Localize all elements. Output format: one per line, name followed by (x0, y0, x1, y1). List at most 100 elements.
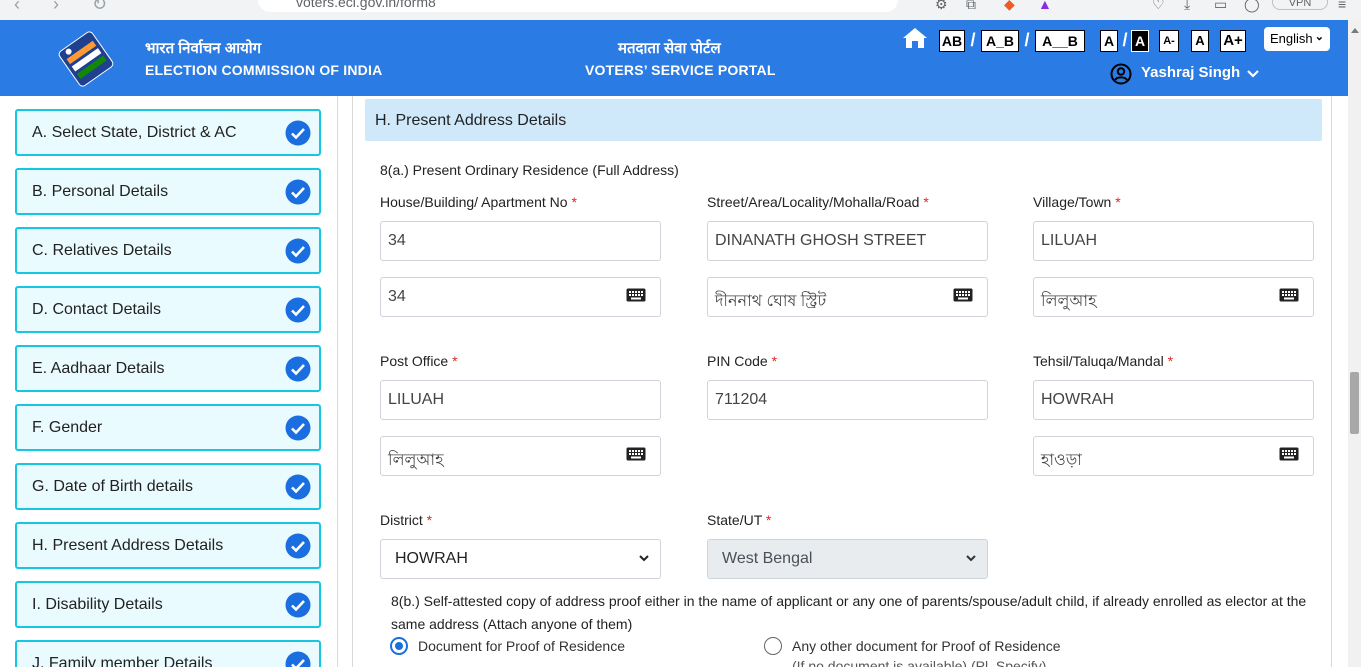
keyboard-icon[interactable] (1279, 447, 1299, 461)
check-circle-icon (285, 651, 311, 667)
brave-shield-icon[interactable]: ◆ (1004, 0, 1015, 13)
district-value: HOWRAH (395, 550, 468, 567)
tehsil-regional-value: হাওড়া (1041, 452, 1082, 469)
bookmarks-icon[interactable]: ♡ (1152, 0, 1165, 13)
download-icon[interactable]: ⤓ (1184, 0, 1190, 13)
contrast-normal-button[interactable]: A (1100, 30, 1118, 52)
house-regional-input[interactable]: 34 (380, 277, 661, 317)
step-label: I. Disability Details (32, 596, 163, 613)
rewards-icon[interactable]: ▲ (1038, 0, 1052, 12)
step-gender[interactable]: F. Gender (15, 404, 321, 451)
check-circle-icon (285, 120, 311, 146)
user-menu-chevron-icon[interactable] (1247, 69, 1259, 79)
text-spacing-normal-button[interactable]: AB (939, 30, 965, 52)
step-personal-details[interactable]: B. Personal Details (15, 168, 321, 215)
post-office-label: Post Office * (380, 353, 458, 369)
chevron-down-icon (966, 555, 976, 562)
address-bar-url[interactable]: voters.eci.gov.in/form8 (296, 0, 436, 10)
proof-of-residence-label[interactable]: Document for Proof of Residence (418, 638, 625, 654)
brand-hindi: भारत निर्वाचन आयोग (145, 40, 262, 57)
village-label: Village/Town * (1033, 194, 1121, 210)
other-proof-radio[interactable] (764, 637, 782, 655)
keyboard-icon[interactable] (953, 288, 973, 302)
district-select[interactable]: HOWRAH (380, 539, 661, 579)
section-title: H. Present Address Details (365, 99, 1322, 141)
step-label: D. Contact Details (32, 301, 161, 318)
vpn-button[interactable]: VPN (1272, 0, 1328, 10)
other-proof-label[interactable]: Any other document for Proof of Residenc… (792, 638, 1060, 654)
step-label: F. Gender (32, 419, 103, 436)
check-circle-icon (285, 592, 311, 618)
text-spacing-medium-button[interactable]: A_B (981, 30, 1019, 52)
language-value: English (1270, 31, 1313, 46)
post-office-regional-value: লিলুআহ (388, 452, 444, 469)
other-proof-sublabel: (If no document is available) (Pl. Speci… (792, 658, 1047, 667)
separator: / (1122, 30, 1128, 50)
step-contact-details[interactable]: D. Contact Details (15, 286, 321, 333)
step-disability-details[interactable]: I. Disability Details (15, 581, 321, 628)
post-office-regional-input[interactable]: লিলুআহ (380, 436, 661, 476)
village-regional-input[interactable]: লিলুআহ (1033, 277, 1314, 317)
state-label: State/UT * (707, 512, 772, 528)
check-circle-icon (285, 533, 311, 559)
share-icon[interactable]: ⧉ (966, 0, 976, 13)
chevron-down-icon (639, 555, 649, 562)
step-date-of-birth[interactable]: G. Date of Birth details (15, 463, 321, 510)
street-regional-value: দীননাথ ঘোষ স্ট্রিট (715, 293, 827, 310)
step-aadhaar-details[interactable]: E. Aadhaar Details (15, 345, 321, 392)
font-decrease-button[interactable]: A- (1159, 30, 1179, 52)
scroll-up-arrow-icon[interactable] (1351, 28, 1359, 33)
tehsil-regional-input[interactable]: হাওড়া (1033, 436, 1314, 476)
keyboard-icon[interactable] (1279, 288, 1299, 302)
house-input[interactable]: 34 (380, 221, 661, 261)
step-label: B. Personal Details (32, 183, 169, 200)
tehsil-label: Tehsil/Taluqa/Mandal * (1033, 353, 1174, 369)
user-name[interactable]: Yashraj Singh (1141, 64, 1240, 81)
step-select-state[interactable]: A. Select State, District & AC (15, 109, 321, 156)
menu-icon[interactable]: ≡ (1338, 0, 1346, 12)
step-present-address[interactable]: H. Present Address Details (15, 522, 321, 569)
scrollbar-thumb[interactable] (1350, 372, 1359, 434)
extension-icon[interactable]: ⚙ (935, 0, 948, 13)
step-relatives-details[interactable]: C. Relatives Details (15, 227, 321, 274)
pin-code-input[interactable]: 711204 (707, 380, 988, 420)
browser-chrome: ‹ › ↻ voters.eci.gov.in/form8 ⚙ ⧉ ◆ ▲ ♡ … (0, 0, 1361, 20)
district-label: District * (380, 512, 433, 528)
step-label: A. Select State, District & AC (32, 124, 237, 141)
text-spacing-large-button[interactable]: A__B (1035, 30, 1085, 52)
step-label: E. Aadhaar Details (32, 360, 165, 377)
street-label: Street/Area/Locality/Mohalla/Road * (707, 194, 929, 210)
window-icon[interactable]: ▭ (1214, 0, 1227, 13)
street-regional-input[interactable]: দীননাথ ঘোষ স্ট্রিট (707, 277, 988, 317)
language-select[interactable]: English ⌄ (1264, 27, 1330, 51)
eci-logo-icon (58, 31, 114, 87)
check-circle-icon (285, 356, 311, 382)
keyboard-icon[interactable] (626, 288, 646, 302)
village-input[interactable]: LILUAH (1033, 221, 1314, 261)
page-scrollbar[interactable] (1348, 20, 1361, 667)
check-circle-icon (285, 238, 311, 264)
proof-of-residence-radio[interactable] (390, 637, 408, 655)
keyboard-icon[interactable] (626, 447, 646, 461)
step-family-member-details[interactable]: J. Family member Details (15, 640, 321, 667)
step-label: G. Date of Birth details (32, 478, 193, 495)
profile-icon[interactable]: ◯ (1244, 0, 1260, 13)
separator: / (970, 30, 976, 50)
step-label: J. Family member Details (32, 655, 213, 667)
home-icon[interactable] (902, 26, 928, 50)
step-label: H. Present Address Details (32, 537, 224, 554)
portal-title-hindi: मतदाता सेवा पोर्टल (618, 40, 721, 57)
tehsil-input[interactable]: HOWRAH (1033, 380, 1314, 420)
pin-code-label: PIN Code * (707, 353, 778, 369)
state-select[interactable]: West Bengal (707, 539, 988, 579)
street-input[interactable]: DINANATH GHOSH STREET (707, 221, 988, 261)
step-label: C. Relatives Details (32, 242, 172, 259)
browser-nav-icons[interactable]: ‹ › ↻ (14, 0, 121, 15)
font-normal-button[interactable]: A (1191, 30, 1209, 52)
state-value: West Bengal (722, 550, 813, 567)
contrast-high-button[interactable]: A (1131, 30, 1149, 52)
user-avatar-icon[interactable] (1110, 63, 1132, 85)
post-office-input[interactable]: LILUAH (380, 380, 661, 420)
font-increase-button[interactable]: A+ (1220, 30, 1246, 52)
check-circle-icon (285, 415, 311, 441)
